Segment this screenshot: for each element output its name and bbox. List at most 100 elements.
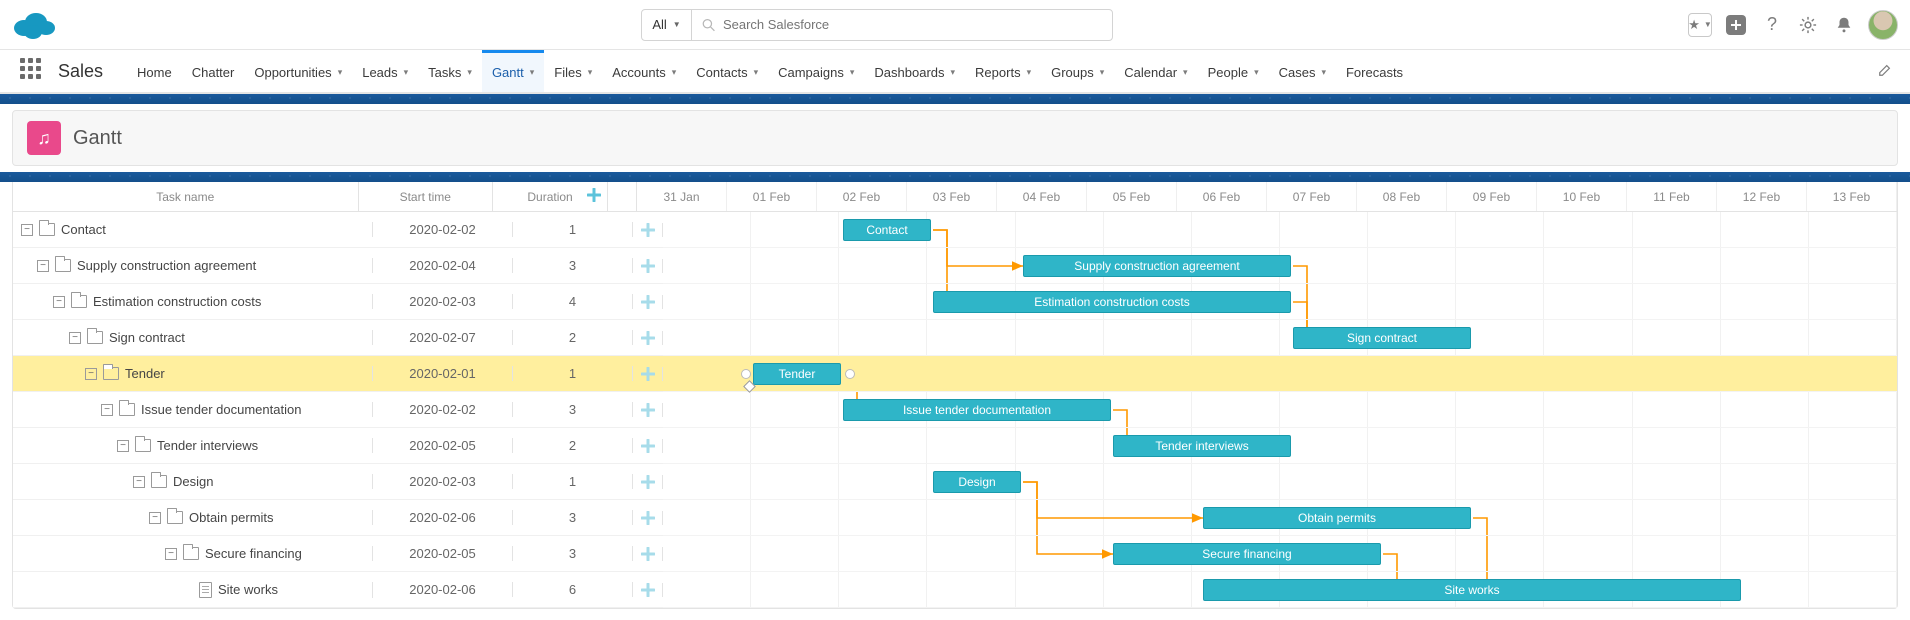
- nav-tab[interactable]: Gantt▾: [482, 50, 544, 92]
- task-row[interactable]: −Secure financing2020-02-053: [13, 536, 663, 572]
- task-name: Estimation construction costs: [93, 294, 261, 309]
- task-duration: 2: [513, 438, 633, 453]
- task-row[interactable]: −Estimation construction costs2020-02-03…: [13, 284, 663, 320]
- expand-toggle[interactable]: −: [53, 296, 65, 308]
- expand-toggle[interactable]: −: [165, 548, 177, 560]
- gantt-bar[interactable]: Site works: [1203, 579, 1741, 601]
- col-header-duration[interactable]: Duration: [493, 182, 608, 211]
- nav-tab[interactable]: Dashboards▾: [864, 50, 965, 92]
- timeline-row: Secure financing: [663, 536, 1897, 572]
- add-task-button[interactable]: [633, 403, 663, 417]
- nav-tab[interactable]: Opportunities▾: [244, 50, 352, 92]
- nav-tab-label: People: [1208, 65, 1248, 80]
- nav-tab-label: Accounts: [612, 65, 665, 80]
- gantt-bar[interactable]: Issue tender documentation: [843, 399, 1111, 421]
- edit-nav-button[interactable]: [1878, 63, 1892, 80]
- notifications-button[interactable]: [1832, 13, 1856, 37]
- expand-toggle[interactable]: −: [69, 332, 81, 344]
- add-task-button[interactable]: [633, 295, 663, 309]
- gantt-header-row: Task name Start time Duration 31 Jan01 F…: [13, 182, 1897, 212]
- gantt-bar[interactable]: Tender interviews: [1113, 435, 1291, 457]
- add-task-button[interactable]: [633, 475, 663, 489]
- nav-tab[interactable]: Leads▾: [352, 50, 418, 92]
- timeline-row: Issue tender documentation: [663, 392, 1897, 428]
- bar-handle[interactable]: [741, 369, 751, 379]
- plus-icon: [641, 439, 655, 453]
- task-row[interactable]: Site works2020-02-066: [13, 572, 663, 608]
- folder-icon: [87, 331, 103, 344]
- expand-toggle[interactable]: −: [101, 404, 113, 416]
- task-row[interactable]: −Tender interviews2020-02-052: [13, 428, 663, 464]
- expand-toggle[interactable]: −: [37, 260, 49, 272]
- gantt-bar-label: Secure financing: [1202, 547, 1291, 561]
- nav-tab[interactable]: Forecasts: [1336, 50, 1413, 92]
- task-duration: 3: [513, 510, 633, 525]
- add-task-button[interactable]: [633, 511, 663, 525]
- add-task-button[interactable]: [633, 259, 663, 273]
- chevron-down-icon: ▾: [672, 67, 677, 78]
- user-avatar[interactable]: [1868, 10, 1898, 40]
- nav-tab[interactable]: Calendar▾: [1114, 50, 1197, 92]
- gantt-bar[interactable]: Supply construction agreement: [1023, 255, 1291, 277]
- expand-toggle[interactable]: −: [149, 512, 161, 524]
- folder-icon: [119, 403, 135, 416]
- add-task-button[interactable]: [633, 223, 663, 237]
- task-row[interactable]: −Sign contract2020-02-072: [13, 320, 663, 356]
- help-button[interactable]: ?: [1760, 13, 1784, 37]
- search-scope-dropdown[interactable]: All ▼: [642, 10, 691, 40]
- expand-toggle[interactable]: −: [133, 476, 145, 488]
- nav-tab[interactable]: Files▾: [544, 50, 602, 92]
- timeline-tick: 10 Feb: [1537, 182, 1627, 211]
- col-header-start[interactable]: Start time: [359, 182, 493, 211]
- task-row[interactable]: −Supply construction agreement2020-02-04…: [13, 248, 663, 284]
- add-task-button[interactable]: [633, 439, 663, 453]
- nav-tab[interactable]: Tasks▾: [418, 50, 482, 92]
- gantt-bar[interactable]: Estimation construction costs: [933, 291, 1291, 313]
- task-duration: 3: [513, 258, 633, 273]
- task-row[interactable]: −Issue tender documentation2020-02-023: [13, 392, 663, 428]
- gantt-bar[interactable]: Sign contract: [1293, 327, 1471, 349]
- task-row[interactable]: −Contact2020-02-021: [13, 212, 663, 248]
- nav-tab[interactable]: Cases▾: [1269, 50, 1336, 92]
- search-input[interactable]: [723, 17, 1102, 32]
- bar-handle[interactable]: [845, 369, 855, 379]
- task-row[interactable]: −Tender2020-02-011: [13, 356, 663, 392]
- task-duration: 1: [513, 474, 633, 489]
- gantt-bar[interactable]: Design: [933, 471, 1021, 493]
- nav-tab-label: Calendar: [1124, 65, 1177, 80]
- favorites-button[interactable]: ★▼: [1688, 13, 1712, 37]
- nav-tab[interactable]: Reports▾: [965, 50, 1041, 92]
- col-header-task[interactable]: Task name: [13, 182, 359, 211]
- add-task-button[interactable]: [633, 547, 663, 561]
- nav-tab[interactable]: Home: [127, 50, 182, 92]
- gantt-bar-label: Tender: [779, 367, 816, 381]
- nav-tab[interactable]: Groups▾: [1041, 50, 1114, 92]
- add-column-button[interactable]: [587, 188, 601, 205]
- nav-tab[interactable]: Chatter: [182, 50, 245, 92]
- task-row[interactable]: −Design2020-02-031: [13, 464, 663, 500]
- setup-button[interactable]: [1796, 13, 1820, 37]
- nav-tab-label: Gantt: [492, 65, 524, 80]
- gantt-bar[interactable]: Contact: [843, 219, 931, 241]
- gantt-bar-label: Obtain permits: [1298, 511, 1376, 525]
- gantt-bar[interactable]: Secure financing: [1113, 543, 1381, 565]
- expand-toggle[interactable]: −: [85, 368, 97, 380]
- nav-tab[interactable]: People▾: [1198, 50, 1269, 92]
- add-task-button[interactable]: [633, 331, 663, 345]
- expand-toggle[interactable]: −: [21, 224, 33, 236]
- add-task-button[interactable]: [633, 367, 663, 381]
- nav-tab-label: Campaigns: [778, 65, 844, 80]
- search-scope-label: All: [652, 17, 666, 32]
- nav-tab[interactable]: Campaigns▾: [768, 50, 864, 92]
- gantt-bar[interactable]: Tender: [753, 363, 841, 385]
- add-task-button[interactable]: [633, 583, 663, 597]
- timeline-tick: 13 Feb: [1807, 182, 1897, 211]
- expand-toggle[interactable]: −: [117, 440, 129, 452]
- nav-tab[interactable]: Contacts▾: [686, 50, 768, 92]
- task-row[interactable]: −Obtain permits2020-02-063: [13, 500, 663, 536]
- nav-tab[interactable]: Accounts ▾: [602, 50, 686, 92]
- add-button[interactable]: [1724, 13, 1748, 37]
- task-start: 2020-02-05: [373, 438, 513, 453]
- app-launcher-button[interactable]: [20, 58, 46, 84]
- gantt-bar[interactable]: Obtain permits: [1203, 507, 1471, 529]
